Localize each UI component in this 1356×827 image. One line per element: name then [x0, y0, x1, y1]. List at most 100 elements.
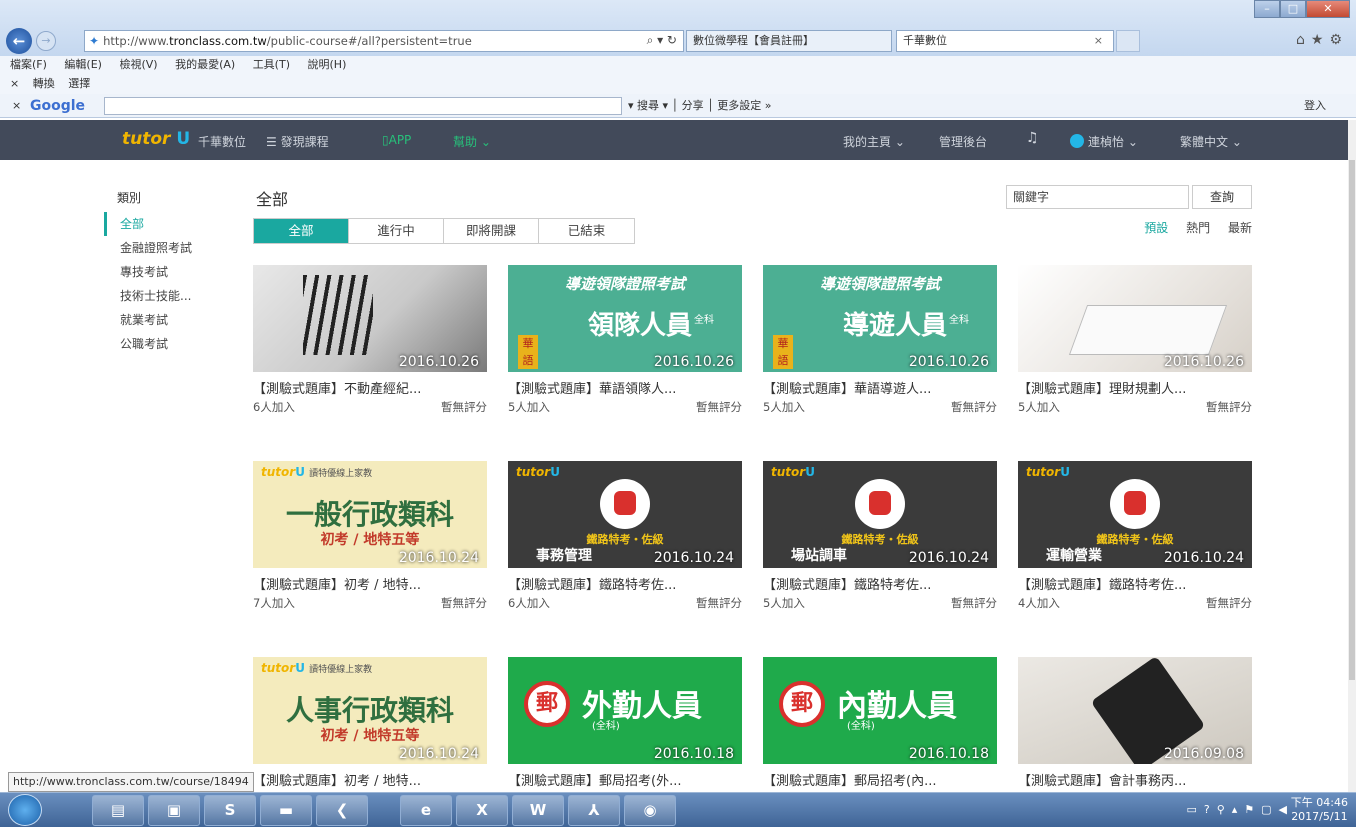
tab-upcoming[interactable]: 即將開課 [444, 219, 539, 243]
course-thumbnail[interactable]: tutorU 讀特優線上家教 一般行政類科 初考 / 地特五等 2016.10.… [253, 461, 487, 568]
search-button[interactable]: 查詢 [1192, 185, 1252, 209]
back-button[interactable]: ← [6, 28, 32, 54]
forward-button[interactable]: → [36, 31, 56, 51]
course-thumbnail[interactable]: 導遊領隊證照考試 領隊人員 華語 全科 2016.10.26 [508, 265, 742, 372]
course-title[interactable]: 【測驗式題庫】鐵路特考佐... [1018, 574, 1252, 593]
sort-newest[interactable]: 最新 [1228, 221, 1252, 235]
course-title[interactable]: 【測驗式題庫】華語領隊人... [508, 378, 742, 397]
folder-taskbar-icon[interactable]: ▬ [260, 795, 312, 826]
course-card[interactable]: tutorU 鐵路特考・佐級 運輸營業 2016.10.24 【測驗式題庫】鐵路… [1018, 461, 1252, 611]
nav-discover[interactable]: ☰ 發現課程 [266, 133, 329, 150]
course-title[interactable]: 【測驗式題庫】郵局招考(內... [763, 770, 997, 789]
toolbar-icons[interactable]: ⌂★⚙ [1296, 32, 1348, 48]
course-card[interactable]: 2016.09.08 【測驗式題庫】會計事務丙... [1018, 657, 1252, 789]
course-title[interactable]: 【測驗式題庫】華語導遊人... [763, 378, 997, 397]
course-title[interactable]: 【測驗式題庫】理財規劃人... [1018, 378, 1252, 397]
nav-home[interactable]: 我的主頁 ⌄ [843, 133, 905, 150]
scrollbar-thumb[interactable] [1349, 160, 1355, 680]
address-bar[interactable]: ✦ http://www.tronclass.com.tw/public-cou… [84, 30, 684, 52]
course-card[interactable]: 2016.10.26 【測驗式題庫】不動產經紀... 6人加入 暫無評分 [253, 265, 487, 415]
fav-select[interactable]: 選擇 [68, 77, 90, 90]
category-civil-service[interactable]: 公職考試 [104, 332, 192, 356]
course-title[interactable]: 【測驗式題庫】鐵路特考佐... [508, 574, 742, 593]
course-card[interactable]: tutorU 讀特優線上家教 一般行政類科 初考 / 地特五等 2016.10.… [253, 461, 487, 611]
brand-link[interactable]: 千華數位 [198, 133, 246, 150]
nav-help[interactable]: 幫助 ⌄ [453, 133, 491, 150]
course-thumbnail[interactable]: 2016.10.26 [1018, 265, 1252, 372]
course-card[interactable]: 郵 內勤人員 (全科) 2016.10.18 【測驗式題庫】郵局招考(內... [763, 657, 997, 789]
keyword-search-input[interactable]: 關鍵字 [1006, 185, 1189, 209]
nav-language[interactable]: 繁體中文 ⌄ [1180, 133, 1242, 150]
category-technician[interactable]: 技術士技能... [104, 284, 192, 308]
minimize-button[interactable]: – [1254, 0, 1280, 18]
category-employment[interactable]: 就業考試 [104, 308, 192, 332]
skype-taskbar-icon[interactable]: S [204, 795, 256, 826]
menu-edit[interactable]: 編輯(E) [64, 58, 102, 71]
google-login[interactable]: 登入 [1304, 94, 1326, 118]
sort-popular[interactable]: 熱門 [1186, 221, 1210, 235]
menu-help[interactable]: 說明(H) [308, 58, 347, 71]
category-professional[interactable]: 專技考試 [104, 260, 192, 284]
course-thumbnail[interactable]: tutorU 鐵路特考・佐級 運輸營業 2016.10.24 [1018, 461, 1252, 568]
nav-user[interactable]: 連楨怡 ⌄ [1070, 133, 1138, 150]
course-card[interactable]: tutorU 鐵路特考・佐級 事務管理 2016.10.24 【測驗式題庫】鐵路… [508, 461, 742, 611]
chrome-taskbar-icon[interactable]: ◉ [624, 795, 676, 826]
new-tab-button[interactable] [1116, 30, 1140, 52]
course-thumbnail[interactable]: tutorU 讀特優線上家教 人事行政類科 初考 / 地特五等 2016.10.… [253, 657, 487, 764]
google-search-input[interactable] [104, 97, 622, 115]
close-button[interactable]: ✕ [1306, 0, 1350, 18]
menu-tools[interactable]: 工具(T) [253, 58, 290, 71]
close-tab-icon[interactable]: × [1094, 31, 1103, 51]
course-card[interactable]: 郵 外勤人員 (全科) 2016.10.18 【測驗式題庫】郵局招考(外... [508, 657, 742, 789]
nav-admin[interactable]: 管理後台 [939, 133, 987, 150]
maximize-button[interactable]: □ [1280, 0, 1306, 18]
fav-convert[interactable]: 轉換 [33, 77, 55, 90]
course-title[interactable]: 【測驗式題庫】不動產經紀... [253, 378, 487, 397]
course-thumbnail[interactable]: 2016.10.26 [253, 265, 487, 372]
course-title[interactable]: 【測驗式題庫】初考 / 地特... [253, 770, 487, 789]
close-icon[interactable]: × [10, 77, 19, 90]
tab-ended[interactable]: 已結束 [539, 219, 634, 243]
course-card[interactable]: 2016.10.26 【測驗式題庫】理財規劃人... 5人加入 暫無評分 [1018, 265, 1252, 415]
system-tray[interactable]: ▭?⚲▴⚑▢◀ [1186, 803, 1294, 816]
start-button[interactable] [8, 794, 42, 826]
course-thumbnail[interactable]: 郵 外勤人員 (全科) 2016.10.18 [508, 657, 742, 764]
tab-ongoing[interactable]: 進行中 [349, 219, 444, 243]
media-taskbar-icon[interactable]: ▣ [148, 795, 200, 826]
bell-icon[interactable]: ♫ [1026, 130, 1039, 146]
close-icon[interactable]: × [12, 94, 21, 118]
refresh-icon[interactable]: ⌕ ▾ ↻ [647, 33, 677, 48]
google-more-button[interactable]: 更多設定 » [717, 99, 771, 112]
sort-default[interactable]: 預設 [1144, 221, 1168, 235]
course-title[interactable]: 【測驗式題庫】郵局招考(外... [508, 770, 742, 789]
course-thumbnail[interactable]: 郵 內勤人員 (全科) 2016.10.18 [763, 657, 997, 764]
category-all[interactable]: 全部 [104, 212, 192, 236]
course-title[interactable]: 【測驗式題庫】會計事務丙... [1018, 770, 1252, 789]
site-logo[interactable]: tutor U [122, 129, 190, 149]
course-card[interactable]: 導遊領隊證照考試 導遊人員 華語 全科 2016.10.26 【測驗式題庫】華語… [763, 265, 997, 415]
ie-taskbar-icon[interactable]: e [400, 795, 452, 826]
word-taskbar-icon[interactable]: W [512, 795, 564, 826]
excel-taskbar-icon[interactable]: X [456, 795, 508, 826]
category-finance[interactable]: 金融證照考試 [104, 236, 192, 260]
menu-file[interactable]: 檔案(F) [10, 58, 47, 71]
pdf-taskbar-icon[interactable]: ⅄ [568, 795, 620, 826]
google-search-button[interactable]: 搜尋 [637, 99, 659, 112]
course-thumbnail[interactable]: 導遊領隊證照考試 導遊人員 華語 全科 2016.10.26 [763, 265, 997, 372]
tab-active[interactable]: 千華數位 × [896, 30, 1114, 52]
course-card[interactable]: tutorU 鐵路特考・佐級 場站調車 2016.10.24 【測驗式題庫】鐵路… [763, 461, 997, 611]
course-thumbnail[interactable]: tutorU 鐵路特考・佐級 場站調車 2016.10.24 [763, 461, 997, 568]
google-share-button[interactable]: 分享 [682, 99, 704, 112]
course-thumbnail[interactable]: tutorU 鐵路特考・佐級 事務管理 2016.10.24 [508, 461, 742, 568]
nav-app[interactable]: ▯APP [382, 133, 411, 147]
course-thumbnail[interactable]: 2016.09.08 [1018, 657, 1252, 764]
course-title[interactable]: 【測驗式題庫】初考 / 地特... [253, 574, 487, 593]
course-title[interactable]: 【測驗式題庫】鐵路特考佐... [763, 574, 997, 593]
explorer-taskbar-icon[interactable]: ▤ [92, 795, 144, 826]
app-taskbar-icon[interactable]: ❮ [316, 795, 368, 826]
menu-favorites[interactable]: 我的最愛(A) [175, 58, 235, 71]
page-scrollbar[interactable] [1348, 120, 1356, 792]
tab-all[interactable]: 全部 [254, 219, 349, 243]
course-card[interactable]: tutorU 讀特優線上家教 人事行政類科 初考 / 地特五等 2016.10.… [253, 657, 487, 789]
taskbar-clock[interactable]: 下午 04:46 2017/5/11 [1291, 796, 1348, 824]
